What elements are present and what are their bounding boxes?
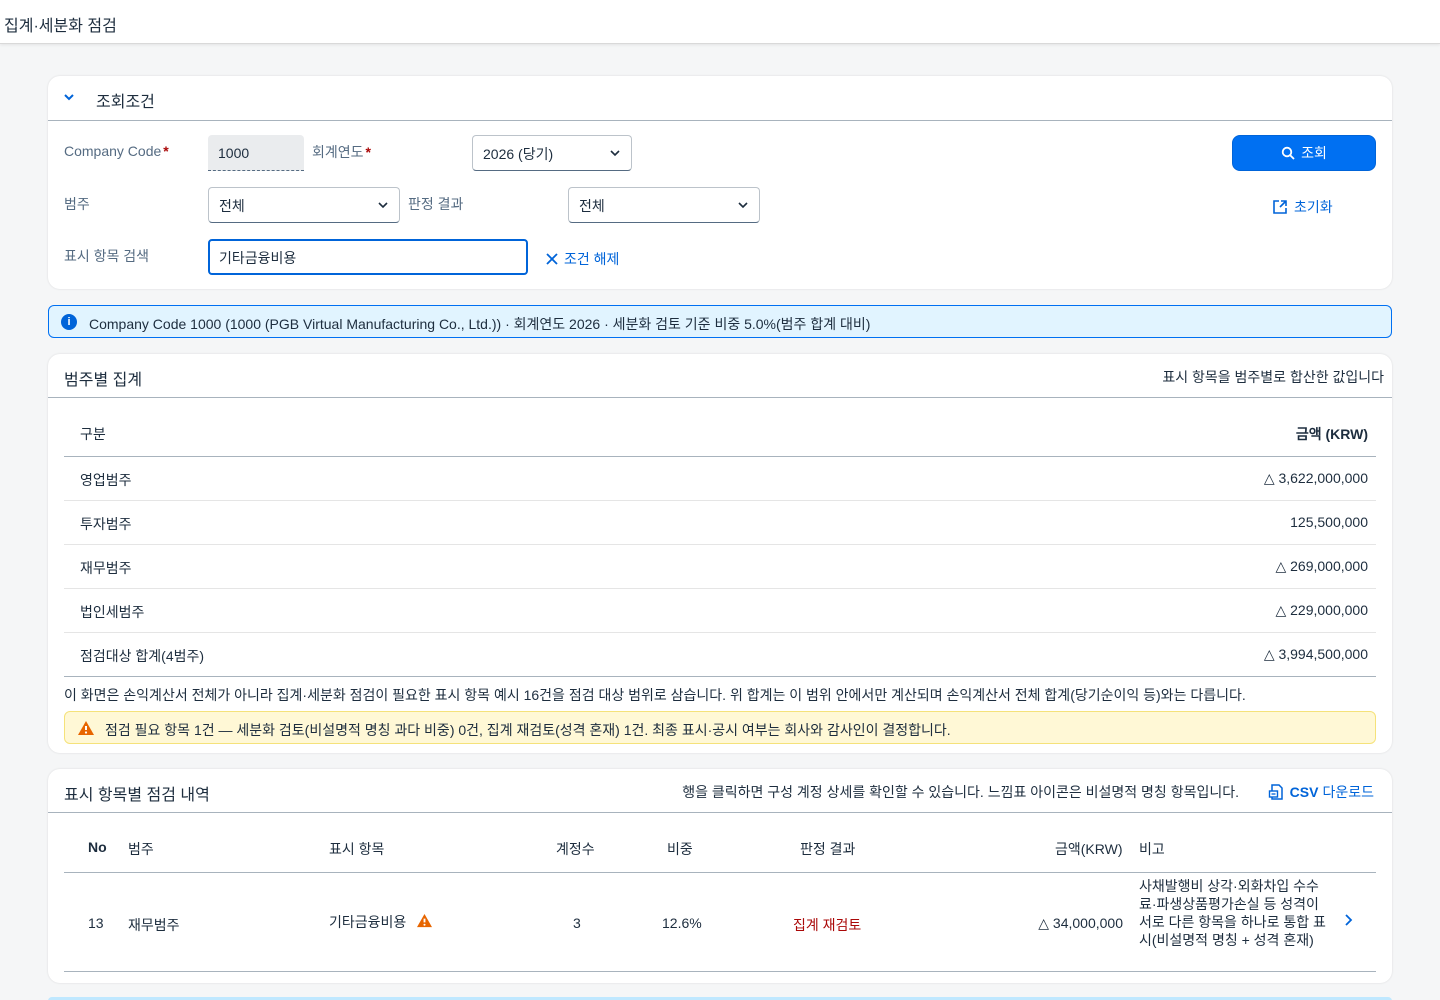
table-row: 투자범주 125,500,000	[64, 501, 1376, 545]
chevron-down-icon	[378, 202, 388, 209]
table-row: 재무범주 △ 269,000,000	[64, 545, 1376, 589]
company-code-label: Company Code *	[64, 143, 169, 159]
scope-note: 이 화면은 손익계산서 전체가 아니라 집계·세분화 점검이 필요한 표시 항목…	[64, 687, 1246, 703]
summary-subtitle: 표시 항목을 범주별로 합산한 값입니다	[1162, 369, 1384, 385]
detail-header: 표시 항목별 점검 내역 행을 클릭하면 구성 계정 상세를 확인할 수 있습니…	[48, 769, 1392, 813]
app-title: 집계·세분화 점검	[4, 18, 117, 35]
warning-message-strip: 점검 필요 항목 1건 — 세분화 검토(비설명적 명칭 과다 비중) 0건, …	[64, 711, 1376, 744]
category-value: 전체	[219, 198, 245, 214]
csv-label-prefix: CSV	[1289, 784, 1319, 800]
warning-icon	[417, 913, 433, 928]
summary-title: 범주별 집계	[64, 372, 143, 389]
column-header-no: No	[88, 839, 107, 855]
search-icon	[1281, 146, 1295, 160]
detail-subtitle: 행을 클릭하면 구성 계정 상세를 확인할 수 있습니다. 느낌표 아이콘은 비…	[682, 784, 1239, 800]
csv-label: 다운로드	[1322, 784, 1374, 800]
column-header-amount: 금액 (KRW)	[1295, 426, 1368, 442]
row-item: 기타금융비용	[329, 912, 433, 932]
category-label: 범주	[64, 196, 90, 212]
chevron-right-icon[interactable]	[1344, 913, 1354, 927]
detail-title: 표시 항목별 점검 내역	[64, 787, 210, 804]
reset-button-label: 초기화	[1294, 199, 1333, 215]
table-row: 법인세범주 △ 229,000,000	[64, 589, 1376, 633]
column-header-ratio: 비중	[667, 841, 693, 857]
row-no: 13	[88, 915, 104, 931]
judgement-select[interactable]: 전체	[568, 187, 760, 223]
clear-filter-label: 조건 해제	[564, 251, 620, 267]
row-amount: △ 3,994,500,000	[1263, 646, 1368, 662]
table-row: 영업범주 △ 3,622,000,000	[64, 457, 1376, 501]
category-summary-panel: 범주별 집계 표시 항목을 범주별로 합산한 값입니다 구분 금액 (KRW) …	[48, 354, 1392, 753]
row-category: 재무범주	[128, 917, 180, 933]
search-input[interactable]: 기타금융비용	[208, 239, 528, 275]
filter-header[interactable]: 조회조건	[48, 76, 1392, 121]
column-header-amount: 금액(KRW)	[1055, 841, 1123, 857]
row-judgement: 집계 재검토	[793, 917, 862, 933]
info-message-text: Company Code 1000 (1000 (PGB Virtual Man…	[89, 316, 871, 332]
filter-header-title: 조회조건	[96, 94, 155, 111]
warning-message-text: 점검 필요 항목 1건 — 세분화 검토(비설명적 명칭 과다 비중) 0건, …	[105, 722, 951, 738]
close-icon	[546, 253, 558, 265]
required-marker: *	[163, 143, 169, 159]
column-header-category: 구분	[80, 426, 106, 442]
summary-table-header: 구분 금액 (KRW)	[64, 409, 1376, 457]
row-amount: △ 3,622,000,000	[1263, 470, 1368, 486]
row-category: 영업범주	[80, 472, 132, 488]
row-accounts: 3	[573, 915, 581, 931]
detail-table-header: No 범주 표시 항목 계정수 비중 판정 결과 금액(KRW) 비고	[64, 824, 1376, 873]
required-marker: *	[365, 144, 371, 160]
row-category: 점검대상 합계(4범주)	[80, 648, 205, 664]
info-icon: i	[61, 314, 77, 330]
column-header-accounts: 계정수	[556, 841, 595, 857]
csv-download-button[interactable]: CSV 다운로드	[1268, 782, 1374, 802]
column-header-category: 범주	[128, 841, 154, 857]
row-amount: △ 229,000,000	[1275, 602, 1368, 618]
warning-icon	[78, 721, 94, 735]
row-amount: △ 34,000,000	[1038, 915, 1123, 931]
summary-header: 범주별 집계 표시 항목을 범주별로 합산한 값입니다	[48, 354, 1392, 398]
reset-icon	[1273, 200, 1287, 214]
export-icon	[1268, 784, 1283, 800]
clear-filter-button[interactable]: 조건 해제	[546, 249, 619, 269]
column-header-item: 표시 항목	[329, 841, 385, 857]
judgement-value: 전체	[579, 198, 605, 214]
query-button-label: 조회	[1301, 145, 1327, 161]
query-button[interactable]: 조회	[1232, 135, 1376, 171]
column-header-note: 비고	[1139, 841, 1165, 857]
row-category: 재무범주	[80, 560, 132, 576]
reset-button[interactable]: 초기화	[1272, 197, 1333, 217]
table-row[interactable]: 13 재무범주 기타금융비용 3 12.6% 집계 재검토 △ 34,000,0…	[64, 873, 1376, 972]
table-row-total: 점검대상 합계(4범주) △ 3,994,500,000	[64, 633, 1376, 677]
category-select[interactable]: 전체	[208, 187, 400, 223]
column-header-judgement: 판정 결과	[800, 841, 856, 857]
filter-panel: 조회조건 Company Code * 1000 회계연도 * 2026 (당기) …	[48, 76, 1392, 289]
judgement-label: 판정 결과	[408, 196, 464, 212]
search-label: 표시 항목 검색	[64, 248, 150, 264]
row-amount: 125,500,000	[1290, 514, 1368, 530]
item-detail-panel: 표시 항목별 점검 내역 행을 클릭하면 구성 계정 상세를 확인할 수 있습니…	[48, 769, 1392, 983]
row-amount: △ 269,000,000	[1275, 558, 1368, 574]
row-ratio: 12.6%	[662, 915, 702, 931]
company-code-field[interactable]: 1000	[208, 135, 304, 171]
shell-bar: 집계·세분화 점검	[0, 0, 1440, 44]
fiscal-year-value: 2026 (당기)	[483, 146, 554, 162]
fiscal-year-select[interactable]: 2026 (당기)	[472, 135, 632, 171]
chevron-down-icon[interactable]	[62, 90, 76, 104]
detail-table: No 범주 표시 항목 계정수 비중 판정 결과 금액(KRW) 비고 13 재…	[64, 824, 1376, 972]
chevron-down-icon	[610, 150, 620, 157]
row-category: 투자범주	[80, 516, 132, 532]
summary-table: 구분 금액 (KRW) 영업범주 △ 3,622,000,000 투자범주 12…	[64, 409, 1376, 677]
chevron-down-icon	[738, 202, 748, 209]
row-note: 사채발행비 상각·외화차입 수수료·파생상품평가손실 등 성격이 서로 다른 항…	[1139, 878, 1326, 948]
info-message-strip: i Company Code 1000 (1000 (PGB Virtual M…	[48, 305, 1392, 338]
row-category: 법인세범주	[80, 604, 145, 620]
fiscal-year-label: 회계연도 *	[312, 144, 371, 160]
